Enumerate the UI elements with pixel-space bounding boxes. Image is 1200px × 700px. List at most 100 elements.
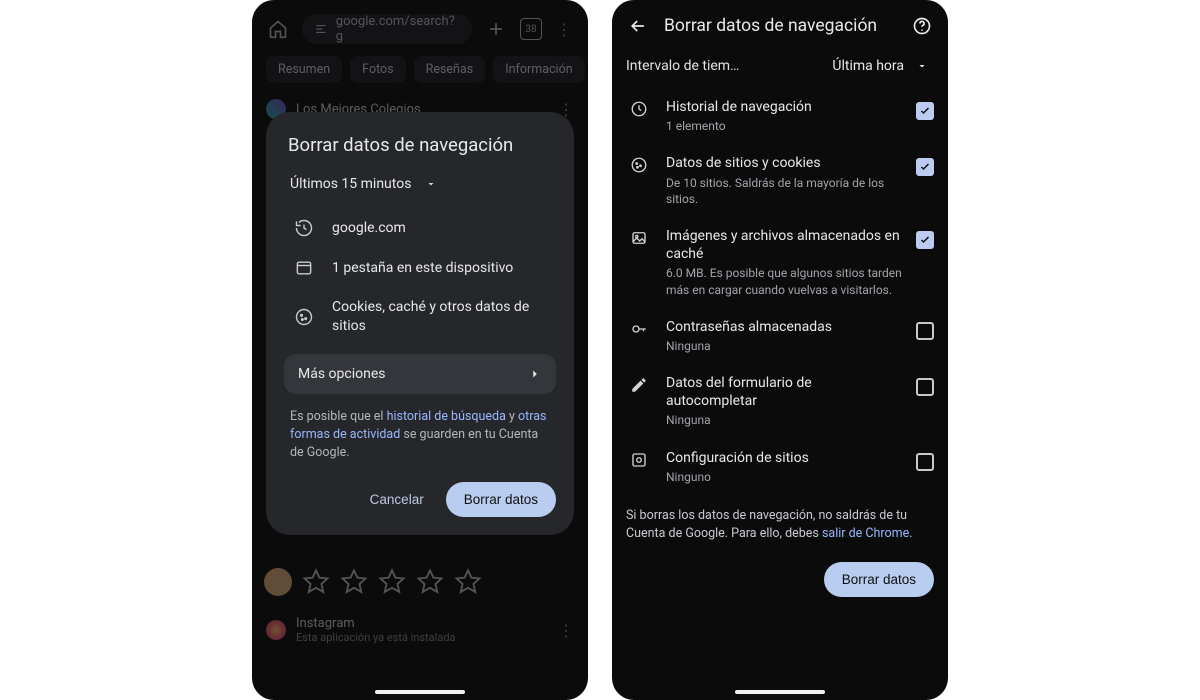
checkbox-off[interactable] — [916, 322, 934, 340]
option-title: Imágenes y archivos almacenados en caché — [666, 227, 902, 263]
clear-data-button[interactable]: Borrar datos — [824, 562, 934, 597]
search-tab-fotos[interactable]: Fotos — [350, 56, 405, 83]
option-title: Configuración de sitios — [666, 449, 902, 467]
clear-data-options: Historial de navegación 1 elemento Datos… — [612, 84, 948, 495]
cancel-button[interactable]: Cancelar — [356, 482, 438, 517]
more-options-button[interactable]: Más opciones — [284, 354, 556, 394]
star-icon[interactable] — [302, 568, 330, 596]
home-icon[interactable] — [268, 19, 288, 39]
checkbox-on[interactable] — [916, 102, 934, 120]
history-icon — [290, 218, 318, 238]
clear-data-topbar: Borrar datos de navegación — [612, 0, 948, 44]
site-settings-icon — [626, 449, 652, 469]
option-title: Historial de navegación — [666, 98, 902, 116]
star-icon[interactable] — [416, 568, 444, 596]
option-cookies[interactable]: Datos de sitios y cookies De 10 sitios. … — [622, 144, 938, 217]
star-icon[interactable] — [340, 568, 368, 596]
option-passwords[interactable]: Contraseñas almacenadas Ninguna — [622, 308, 938, 364]
star-icon[interactable] — [378, 568, 406, 596]
avatar — [264, 568, 292, 596]
clear-data-modal: Borrar datos de navegación Últimos 15 mi… — [266, 112, 574, 535]
search-tab-resenas[interactable]: Reseñas — [414, 56, 486, 83]
option-title: Datos del formulario de autocompletar — [666, 374, 902, 410]
address-bar[interactable]: google.com/search?g — [302, 14, 472, 44]
address-url: google.com/search?g — [336, 14, 460, 44]
checkbox-off[interactable] — [916, 453, 934, 471]
search-tab-info[interactable]: Información — [493, 56, 584, 83]
check-icon — [919, 234, 931, 246]
option-subtitle: Ninguna — [666, 412, 902, 428]
feed-subtitle: Esta aplicación ya está instalada — [296, 631, 456, 644]
clear-data-button[interactable]: Borrar datos — [446, 482, 556, 517]
image-icon — [626, 227, 652, 247]
option-history[interactable]: Historial de navegación 1 elemento — [622, 88, 938, 144]
key-icon — [626, 318, 652, 338]
option-subtitle: 6.0 MB. Es posible que algunos sitios ta… — [666, 265, 902, 297]
option-subtitle: Ninguno — [666, 469, 902, 485]
feed-title: Instagram — [296, 616, 456, 631]
phone-left: google.com/search?g 38 ⋮ Resumen Fotos R… — [252, 0, 588, 700]
tabs-count: 38 — [525, 24, 536, 35]
search-tab-resumen[interactable]: Resumen — [266, 56, 342, 83]
page-title: Borrar datos de navegación — [664, 16, 896, 36]
option-title: Contraseñas almacenadas — [666, 318, 902, 336]
checkbox-on[interactable] — [916, 231, 934, 249]
option-autofill[interactable]: Datos del formulario de autocompletar Ni… — [622, 364, 938, 439]
star-icon[interactable] — [454, 568, 482, 596]
cookie-icon — [290, 307, 318, 327]
option-subtitle: 1 elemento — [666, 118, 902, 134]
time-range-value: Últimos 15 minutos — [290, 176, 411, 192]
pencil-icon — [626, 374, 652, 394]
modal-disclaimer: Es posible que el historial de búsqueda … — [284, 394, 556, 466]
check-icon — [919, 161, 931, 173]
phone-left-background: google.com/search?g 38 ⋮ Resumen Fotos R… — [252, 0, 588, 127]
chrome-topbar: google.com/search?g 38 ⋮ — [252, 0, 588, 54]
tune-icon — [314, 22, 328, 36]
modal-row-tabs-text: 1 pestaña en este dispositivo — [332, 259, 513, 278]
clock-icon — [626, 98, 652, 118]
plus-icon[interactable] — [486, 19, 506, 39]
star-row — [252, 562, 588, 602]
time-range-value: Última hora — [832, 58, 904, 74]
sign-out-chrome-link[interactable]: salir de Chrome — [822, 526, 909, 541]
chevron-right-icon — [528, 367, 542, 381]
tab-icon — [290, 258, 318, 278]
option-title: Datos de sitios y cookies — [666, 154, 902, 172]
cookie-icon — [626, 154, 652, 174]
help-icon[interactable] — [912, 16, 932, 36]
time-range-label: Intervalo de tiem… — [626, 58, 739, 74]
option-subtitle: Ninguna — [666, 338, 902, 354]
option-cache[interactable]: Imágenes y archivos almacenados en caché… — [622, 217, 938, 308]
nav-indicator — [375, 690, 465, 694]
modal-row-cookies: Cookies, caché y otros datos de sitios — [284, 288, 556, 346]
phone-right: Borrar datos de navegación Intervalo de … — [612, 0, 948, 700]
tabs-button[interactable]: 38 — [520, 18, 542, 40]
avatar — [266, 620, 286, 640]
modal-row-tabs: 1 pestaña en este dispositivo — [284, 248, 556, 288]
kebab-icon[interactable]: ⋮ — [556, 20, 572, 39]
checkbox-off[interactable] — [916, 378, 934, 396]
modal-row-site-text: google.com — [332, 219, 406, 238]
modal-row-cookies-text: Cookies, caché y otros datos de sitios — [332, 298, 550, 336]
chevron-down-icon — [425, 178, 437, 190]
kebab-icon[interactable]: ⋮ — [558, 621, 574, 640]
back-icon[interactable] — [628, 16, 648, 36]
search-history-link[interactable]: historial de búsqueda — [387, 409, 506, 424]
clear-data-action-row: Borrar datos — [612, 546, 948, 603]
check-icon — [919, 105, 931, 117]
nav-indicator — [735, 690, 825, 694]
checkbox-on[interactable] — [916, 158, 934, 176]
chevron-down-icon — [916, 60, 928, 72]
more-options-label: Más opciones — [298, 366, 385, 382]
phone-left-background-lower: Instagram Esta aplicación ya está instal… — [252, 562, 588, 652]
option-site-settings[interactable]: Configuración de sitios Ninguno — [622, 439, 938, 495]
time-range-row[interactable]: Intervalo de tiem… Última hora — [612, 44, 948, 84]
option-subtitle: De 10 sitios. Saldrás de la mayoría de l… — [666, 175, 902, 207]
time-range-dropdown[interactable]: Últimos 15 minutos — [284, 170, 556, 208]
footer-note: Si borras los datos de navegación, no sa… — [612, 495, 948, 546]
modal-row-site: google.com — [284, 208, 556, 248]
feed-row-bottom: Instagram Esta aplicación ya está instal… — [252, 608, 588, 652]
search-tabs: Resumen Fotos Reseñas Información — [252, 54, 588, 91]
modal-title: Borrar datos de navegación — [284, 134, 556, 156]
modal-actions: Cancelar Borrar datos — [284, 482, 556, 517]
